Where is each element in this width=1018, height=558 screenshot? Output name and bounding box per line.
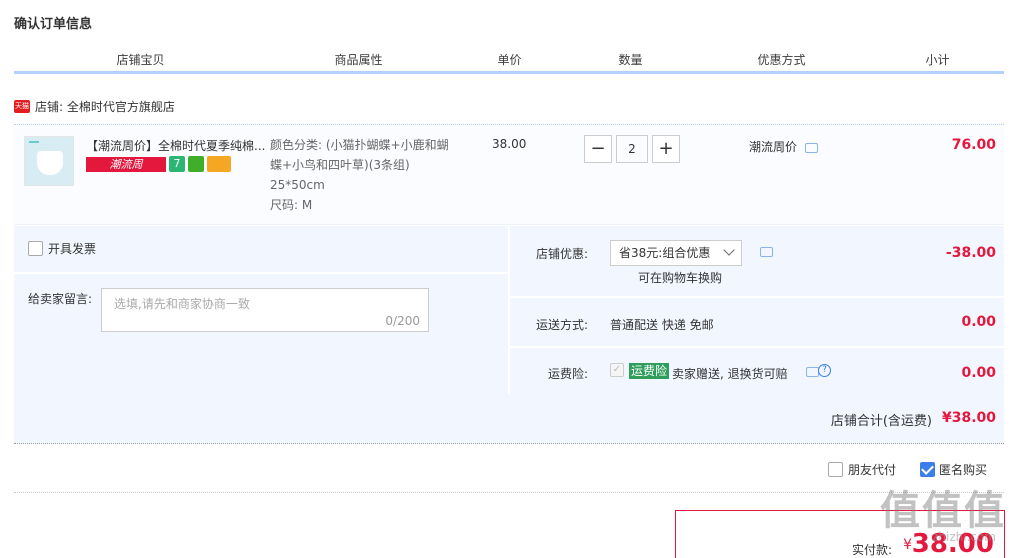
insurance-row: 运费险: ✓ 运费险 卖家赠送, 退换货可赔 ? 0.00 <box>510 348 1004 394</box>
divider <box>14 272 508 274</box>
table-header: 店铺宝贝 商品属性 单价 数量 优惠方式 小计 <box>14 50 1004 74</box>
item-subtotal: 76.00 <box>951 137 996 153</box>
shop-row: 天猫 店铺: 全棉时代官方旗舰店 <box>14 98 175 114</box>
payment-currency: ¥ <box>903 537 912 553</box>
shop-total-label: 店铺合计(含运费) <box>830 414 932 429</box>
left-options: 开具发票 给卖家留言: 选填,请先和商家协商一致 0/200 <box>14 226 508 394</box>
seven-day-return-icon: 7 <box>169 156 185 172</box>
credit-card-icon <box>207 156 231 172</box>
shop-discount-value: -38.00 <box>945 245 996 261</box>
shop-discount-select[interactable]: 省38元:组合优惠 <box>610 240 742 266</box>
unit-price: 38.00 <box>492 137 527 151</box>
anonymous-checkbox[interactable] <box>920 462 936 477</box>
shop-name[interactable]: 店铺: 全棉时代官方旗舰店 <box>35 98 175 115</box>
payment-options: 朋友代付 匿名购买 <box>828 461 987 478</box>
insurance-tag: 运费险 <box>629 363 670 379</box>
right-options: 店铺优惠: 省38元:组合优惠 可在购物车换购 -38.00 运送方式: 普通配… <box>508 226 1004 394</box>
quantity-input[interactable]: 2 <box>616 135 648 163</box>
thumbnail-logo <box>29 141 39 143</box>
shipping-row: 运送方式: 普通配送 快递 免邮 0.00 <box>510 298 1004 348</box>
payment-label: 实付款: <box>851 543 892 557</box>
shop-discount-selected: 省38元:组合优惠 <box>619 246 711 260</box>
quantity-stepper: − 2 + <box>584 135 680 163</box>
quantity-plus-button[interactable]: + <box>652 135 680 163</box>
anonymous-label: 匿名购买 <box>939 463 988 477</box>
product-attributes: 颜色分类: (小猫扑蝴蝶+小鹿和蝴蝶+小鸟和四叶草)(3条组) 25*50cm … <box>270 135 450 215</box>
col-quantity: 数量 <box>570 50 692 71</box>
message-label: 给卖家留言: <box>28 292 93 306</box>
tmall-icon: 天猫 <box>14 99 30 113</box>
shop-total-row: 店铺合计(含运费) ¥38.00 <box>14 394 1004 444</box>
shop-discount-hint[interactable]: 可在购物车换购 <box>638 269 722 286</box>
shipping-value: 0.00 <box>961 314 996 330</box>
color-attribute: 颜色分类: (小猫扑蝴蝶+小鹿和蝴蝶+小鸟和四叶草)(3条组) 25*50cm <box>270 138 449 192</box>
friend-pay-checkbox[interactable] <box>828 462 843 477</box>
quantity-minus-button[interactable]: − <box>584 135 612 163</box>
insurance-label: 运费险: <box>547 367 588 381</box>
invoice-checkbox[interactable] <box>28 241 43 256</box>
order-options-panel: 开具发票 给卖家留言: 选填,请先和商家协商一致 0/200 店铺优惠: 省38… <box>14 226 1004 394</box>
message-counter: 0/200 <box>385 314 420 328</box>
chat-icon[interactable] <box>806 367 819 377</box>
col-attributes: 商品属性 <box>268 50 450 71</box>
order-item-row: 【潮流周价】全棉时代夏季纯棉... 潮流周 7 颜色分类: (小猫扑蝴蝶+小鹿和… <box>14 124 1004 225</box>
shop-discount-label: 店铺优惠: <box>535 247 588 261</box>
product-thumbnail[interactable] <box>24 136 74 186</box>
chevron-down-icon <box>723 244 735 256</box>
insurance-value: 0.00 <box>961 365 996 381</box>
message-input[interactable]: 选填,请先和商家协商一致 0/200 <box>101 288 429 332</box>
guarantee-icon <box>188 156 204 172</box>
product-title[interactable]: 【潮流周价】全棉时代夏季纯棉... <box>86 137 266 154</box>
col-subtotal: 小计 <box>872 50 1004 71</box>
thumbnail-product-shape <box>37 151 63 175</box>
invoice-option[interactable]: 开具发票 <box>28 240 96 257</box>
shop-total-value: ¥38.00 <box>941 410 996 426</box>
discount-label: 潮流周价 <box>749 140 798 154</box>
shipping-method: 普通配送 快递 免邮 <box>610 318 714 332</box>
discount-method: 潮流周价 <box>749 138 818 155</box>
insurance-desc: 卖家赠送, 退换货可赔 <box>672 367 788 381</box>
friend-pay-label: 朋友代付 <box>848 463 897 477</box>
divider <box>14 492 1004 493</box>
chat-icon[interactable] <box>760 247 773 257</box>
col-discount: 优惠方式 <box>692 50 872 71</box>
shop-discount-row: 店铺优惠: 省38元:组合优惠 可在购物车换购 -38.00 <box>510 226 1004 298</box>
col-unit-price: 单价 <box>450 50 570 71</box>
col-shop-item: 店铺宝贝 <box>14 50 268 71</box>
chat-icon[interactable] <box>804 142 818 153</box>
watermark-logo: 值值值 <box>880 488 1006 534</box>
page-title: 确认订单信息 <box>14 17 93 32</box>
watermark-url: zhizhi.com <box>932 530 996 544</box>
message-placeholder: 选填,请先和商家协商一致 <box>114 297 250 311</box>
insurance-checkbox: ✓ <box>610 363 624 377</box>
invoice-label: 开具发票 <box>48 242 97 256</box>
promo-tag: 潮流周 <box>86 157 166 172</box>
help-icon[interactable]: ? <box>818 364 831 377</box>
shipping-label: 运送方式: <box>535 318 588 332</box>
size-attribute: 尺码: M <box>270 198 313 212</box>
